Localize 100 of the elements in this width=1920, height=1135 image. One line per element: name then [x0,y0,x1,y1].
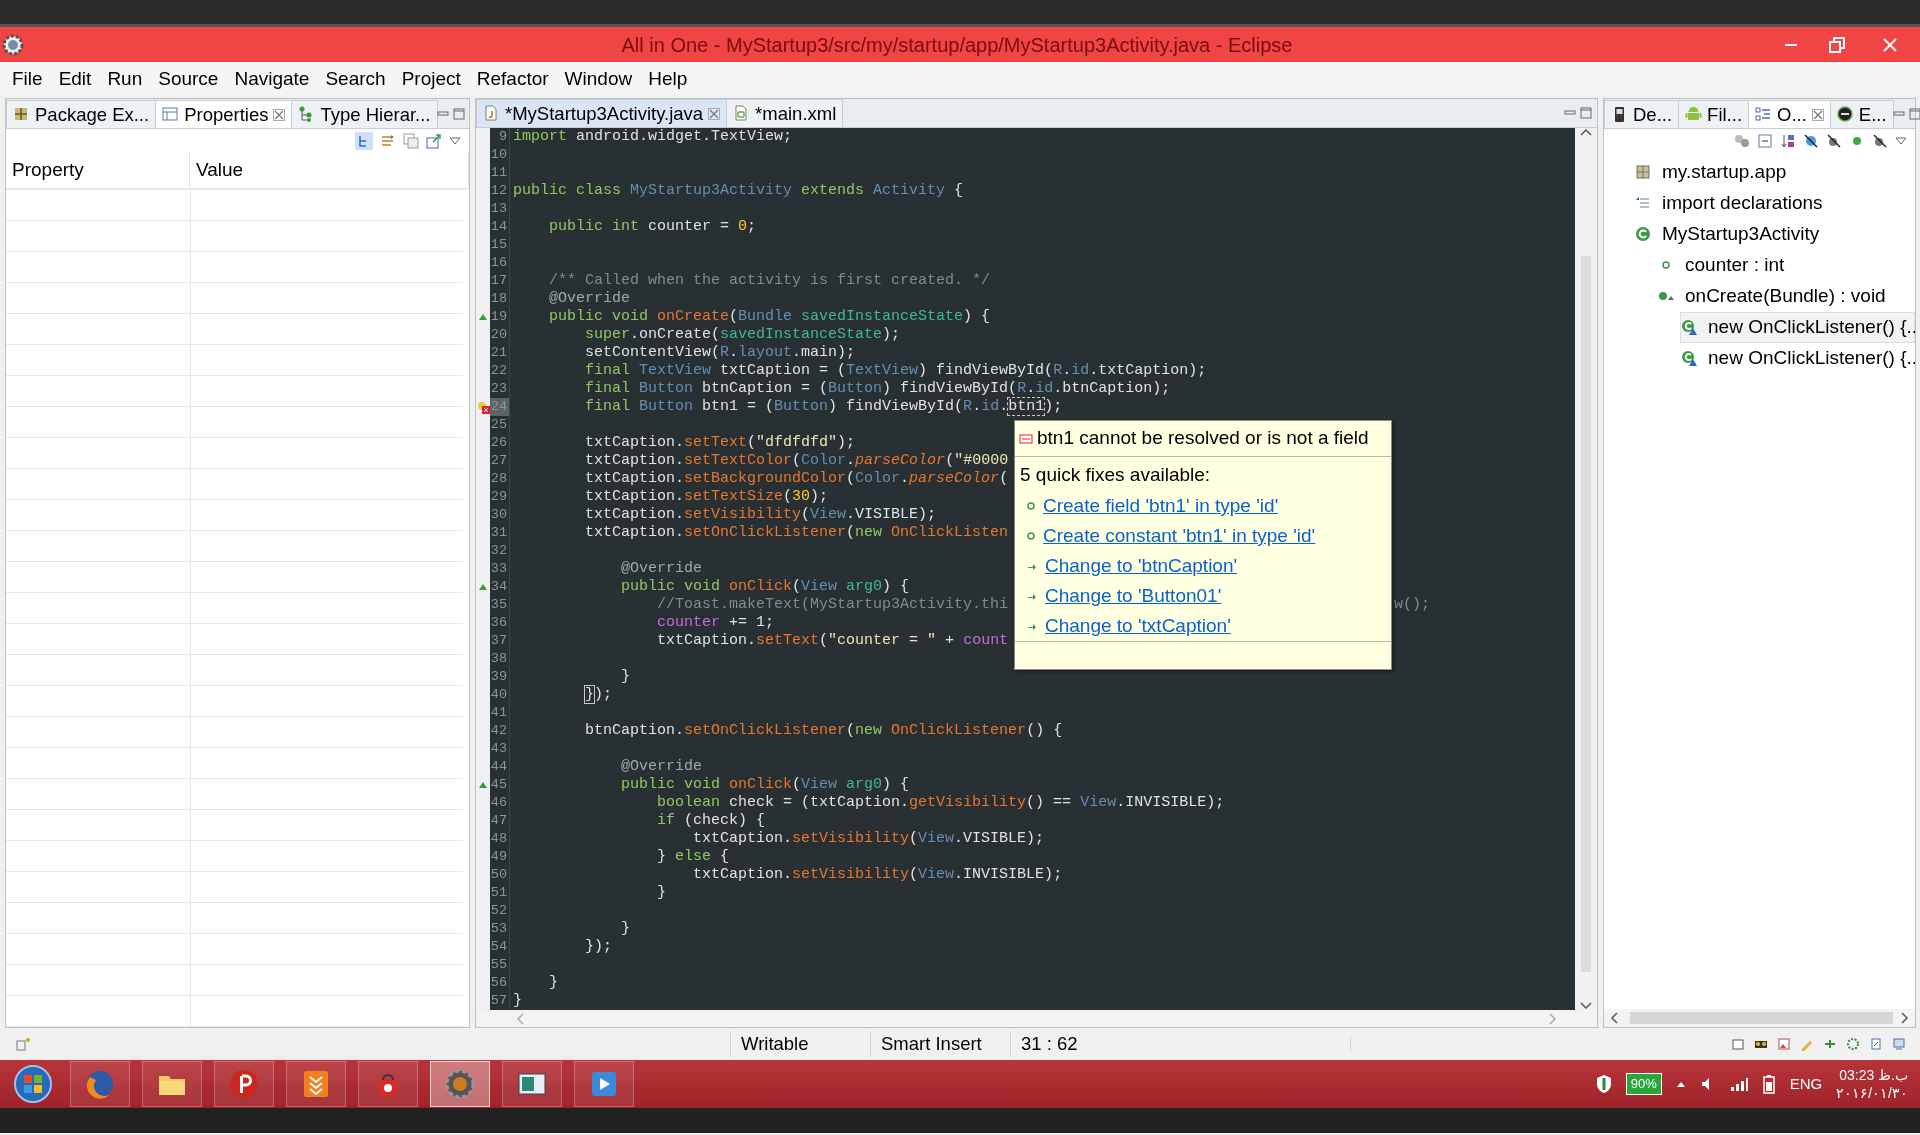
tab[interactable]: Fil... [1678,100,1750,128]
quick-fix-link[interactable]: Change to 'Button01' [1045,581,1222,611]
menu-item[interactable]: Project [393,64,469,94]
collapse-icon[interactable] [1757,133,1773,149]
tab[interactable]: De... [1604,100,1680,128]
maximize-icon[interactable] [452,107,465,120]
taskbar-button[interactable] [142,1061,202,1107]
export-icon[interactable] [426,133,442,149]
quick-fix-link[interactable]: Create constant 'btn1' in type 'id' [1043,521,1316,551]
battery-icon[interactable] [1761,1074,1776,1094]
line-number: 35 [490,596,510,614]
menu-item[interactable]: Edit [50,64,100,94]
up-arrow-icon[interactable] [1675,1080,1686,1088]
line-number: 30 [490,506,510,524]
scrollbar[interactable] [476,1010,1597,1027]
tab[interactable]: *main.xml [726,99,844,127]
line-number: 36 [490,614,510,632]
tab[interactable]: O... [1748,100,1831,128]
tree-item[interactable]: onCreate(Bundle) : void [1657,281,1915,312]
image-icon[interactable] [1777,1037,1791,1051]
clock-date[interactable]: ۲۰۱۶/۰۱/۳۰ [1836,1084,1908,1102]
tab[interactable]: Package Ex... [6,100,157,128]
line-number: 38 [490,650,510,668]
tree-item[interactable]: new OnClickListener() {.. [1680,343,1915,374]
code-line: } [548,974,558,992]
globe-icon [84,1068,116,1100]
quick-fix-link[interactable]: Change to 'txtCaption' [1045,611,1231,641]
code-line: } else { [656,848,730,866]
tree-icon[interactable] [355,132,373,150]
quick-fix-link[interactable]: Create field 'btn1' in type 'id' [1043,491,1279,521]
code-line: counter += 1; [656,614,775,632]
code-line: final Button btn1 = (Button) findViewById(R.id.btn1); [584,398,1063,416]
code-line: txtCaption.setVisibility(View.INVISIBLE); [692,866,1063,884]
menu-item[interactable]: File [4,64,51,94]
close-icon [1882,36,1898,53]
code-line: } [656,884,667,902]
copy-icon[interactable] [403,133,419,149]
status-text: Smart Insert [870,1031,1010,1057]
code-line: } [512,992,522,1010]
hide-static-icon[interactable] [1826,133,1842,149]
taskbar-button[interactable] [502,1061,562,1107]
line-number: 39 [490,668,510,686]
override-marker-icon [478,583,488,591]
circle-icon [1027,502,1035,510]
taskbar-button[interactable] [214,1061,274,1107]
tree-item[interactable]: import declarations [1634,188,1915,219]
taskbar-button[interactable] [286,1061,346,1107]
menu-item[interactable]: Run [99,64,151,94]
tab[interactable]: E... [1829,100,1894,128]
window-icon[interactable] [1731,1037,1745,1051]
hide-local-icon[interactable] [1872,133,1888,149]
tree-item[interactable]: counter : int [1657,250,1915,281]
dropdown-icon[interactable] [1895,136,1907,146]
tab[interactable]: Type Hierar... [291,100,438,128]
maximize-icon[interactable] [1580,107,1592,119]
menu-item[interactable]: Source [150,64,227,94]
scrollbar[interactable] [1575,128,1597,1010]
tab[interactable]: Properties [155,100,293,128]
line-number: 47 [490,812,510,830]
anonymous-class-icon [1681,350,1698,367]
tree-item[interactable]: MyStartup3Activity [1634,219,1915,250]
circles-icon[interactable] [1734,133,1750,149]
override-marker-icon [478,781,488,789]
taskbar-button[interactable] [430,1061,490,1107]
menu-item[interactable]: Navigate [226,64,318,94]
clock-time[interactable]: 03:23 ب.ظ [1839,1066,1908,1084]
code-line: txtCaption.setTextColor(Color.parseColor("#0000 [584,452,1009,470]
signal-icon[interactable] [1729,1076,1748,1092]
sort-icon[interactable] [1780,133,1796,149]
menu-item[interactable]: Refactor [468,64,557,94]
quick-fix-link[interactable]: Change to 'btnCaption' [1045,551,1238,581]
page-icon[interactable] [1869,1037,1883,1051]
tab[interactable]: *MyStartup3Activity.java [476,99,728,127]
quick-fix-summary: 5 quick fixes available: [1019,462,1212,487]
menu-item[interactable]: Help [640,64,696,94]
menu-item[interactable]: Window [556,64,641,94]
line-number: 17 [490,272,510,290]
arrows-icon[interactable] [380,133,396,149]
close-icon[interactable] [708,107,721,120]
menu-item[interactable]: Search [317,64,394,94]
close-icon[interactable] [1811,108,1824,121]
line-number: 25 [490,416,510,434]
line-number: 9 [490,128,510,146]
tree-item[interactable]: new OnClickListener() {.. [1680,312,1915,343]
code-line: } [620,668,631,686]
fast-view-icon[interactable] [16,1037,30,1051]
android-icon [1685,106,1703,123]
maximize-icon[interactable] [1908,107,1920,120]
tree-item[interactable]: my.startup.app [1634,157,1915,188]
package-icon [13,106,30,123]
code-line: public void onClick(View arg0) { [620,776,910,794]
hide-fields-icon[interactable] [1803,133,1819,149]
scrollbar-thumb[interactable] [1630,1012,1893,1024]
scrollbar[interactable] [1604,1009,1915,1027]
language-indicator[interactable]: ENG [1789,1072,1823,1096]
dropdown-icon[interactable] [449,136,461,146]
close-icon[interactable] [273,108,286,121]
line-number: 12 [490,182,510,200]
monitor-icon[interactable] [1892,1037,1906,1051]
taskbar-button[interactable] [574,1061,634,1107]
